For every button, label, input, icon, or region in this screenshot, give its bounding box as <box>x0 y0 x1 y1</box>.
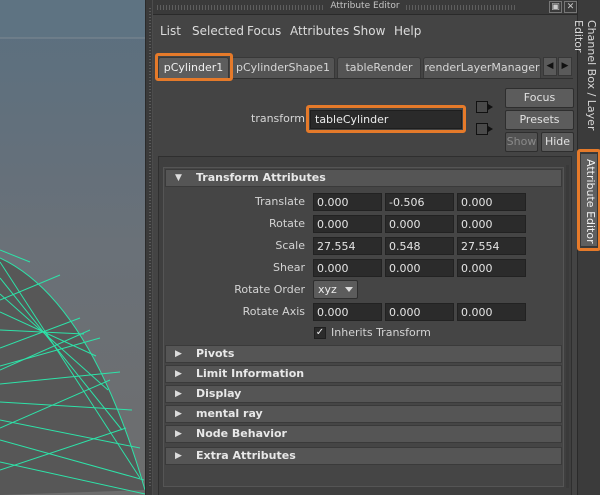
translate-label: Translate <box>255 195 305 208</box>
rotate-z-field[interactable]: 0.000 <box>457 215 526 233</box>
tab-tablerender[interactable]: tableRender <box>337 57 421 78</box>
inherits-transform-checkbox[interactable]: ✓ <box>314 327 326 339</box>
shear-x-field[interactable]: 0.000 <box>313 259 382 277</box>
rotate-y-field[interactable]: 0.000 <box>385 215 454 233</box>
rotate-label: Rotate <box>268 217 305 230</box>
tab-scroll-left-icon[interactable]: ◀ <box>543 57 557 76</box>
translate-x-field[interactable]: 0.000 <box>313 193 382 211</box>
menu-focus[interactable]: Focus <box>247 24 281 38</box>
focus-button[interactable]: Focus <box>505 88 574 108</box>
tab-attribute-editor[interactable]: Attribute Editor <box>580 153 598 247</box>
rotate-order-dropdown[interactable]: xyz <box>313 280 358 299</box>
menu-list[interactable]: List <box>160 24 181 38</box>
tab-scroll-right-icon[interactable]: ▶ <box>558 57 572 76</box>
scale-z-field[interactable]: 27.554 <box>457 237 526 255</box>
tab-pcylindershape1[interactable]: pCylinderShape1 <box>231 57 335 78</box>
attribute-editor-panel: Attribute Editor ▣ ✕ List Selected Focus… <box>153 0 577 495</box>
rotate-x-field[interactable]: 0.000 <box>313 215 382 233</box>
scale-label: Scale <box>275 239 305 252</box>
collapsed-arrow-icon: ▶ <box>175 409 182 419</box>
float-window-icon[interactable]: ▣ <box>549 1 562 13</box>
tab-channel-box-layer-editor[interactable]: Channel Box / Layer Editor <box>572 20 598 140</box>
show-button[interactable]: Show <box>505 132 538 152</box>
collapsed-arrow-icon: ▶ <box>175 389 182 399</box>
rotate-axis-label: Rotate Axis <box>242 305 305 318</box>
section-transform-attributes[interactable]: ▼ Transform Attributes <box>165 169 562 187</box>
dock-tab-strip: Channel Box / Layer Editor Attribute Edi… <box>572 0 600 495</box>
menu-attributes[interactable]: Attributes <box>290 24 349 38</box>
attribute-frame: ▼ Transform Attributes Translate 0.000 -… <box>163 167 564 487</box>
section-display[interactable]: ▶ Display <box>165 385 562 403</box>
rotate-axis-y-field[interactable]: 0.000 <box>385 303 454 321</box>
output-connections-icon[interactable] <box>476 123 493 135</box>
inherits-transform-label: Inherits Transform <box>331 326 431 339</box>
node-type-label: transform: <box>251 112 309 125</box>
section-extra-attributes[interactable]: ▶ Extra Attributes <box>165 447 562 465</box>
collapsed-arrow-icon: ▶ <box>175 451 182 461</box>
3d-viewport[interactable] <box>0 0 145 495</box>
collapsed-arrow-icon: ▶ <box>175 429 182 439</box>
shear-label: Shear <box>273 261 305 274</box>
menu-show[interactable]: Show <box>353 24 385 38</box>
scale-y-field[interactable]: 0.548 <box>385 237 454 255</box>
tab-pcylinder1[interactable]: pCylinder1 <box>158 57 229 78</box>
menu-selected[interactable]: Selected <box>192 24 244 38</box>
input-connections-icon[interactable] <box>476 101 493 113</box>
window-titlebar[interactable]: Attribute Editor ▣ ✕ <box>153 0 577 15</box>
attribute-scroll-area[interactable]: ▼ Transform Attributes Translate 0.000 -… <box>158 156 572 495</box>
panel-splitter[interactable] <box>145 0 153 495</box>
section-mental-ray[interactable]: ▶ mental ray <box>165 405 562 423</box>
section-node-behavior[interactable]: ▶ Node Behavior <box>165 425 562 443</box>
close-icon[interactable]: ✕ <box>564 1 577 13</box>
section-pivots[interactable]: ▶ Pivots <box>165 345 562 363</box>
section-limit-information[interactable]: ▶ Limit Information <box>165 365 562 383</box>
vertical-scrollbar[interactable] <box>566 165 569 488</box>
collapsed-arrow-icon: ▶ <box>175 349 182 359</box>
presets-button[interactable]: Presets <box>505 110 574 130</box>
rotate-axis-z-field[interactable]: 0.000 <box>457 303 526 321</box>
expanded-arrow-icon: ▼ <box>175 173 182 183</box>
chevron-down-icon <box>345 287 353 292</box>
window-title: Attribute Editor <box>324 1 406 11</box>
translate-z-field[interactable]: 0.000 <box>457 193 526 211</box>
translate-y-field[interactable]: -0.506 <box>385 193 454 211</box>
menu-help[interactable]: Help <box>394 24 421 38</box>
collapsed-arrow-icon: ▶ <box>175 369 182 379</box>
node-tabs: pCylinder1 pCylinderShape1 tableRender r… <box>157 57 573 79</box>
rotate-order-label: Rotate Order <box>234 283 305 296</box>
hide-button[interactable]: Hide <box>541 132 574 152</box>
cylinder-wireframe <box>0 0 145 495</box>
shear-y-field[interactable]: 0.000 <box>385 259 454 277</box>
menu-bar: List Selected Focus Attributes Show Help <box>153 22 577 40</box>
scale-x-field[interactable]: 27.554 <box>313 237 382 255</box>
shear-z-field[interactable]: 0.000 <box>457 259 526 277</box>
node-name-field[interactable]: tableCylinder <box>310 110 462 129</box>
rotate-axis-x-field[interactable]: 0.000 <box>313 303 382 321</box>
tab-renderlayermanager[interactable]: renderLayerManager <box>423 57 541 78</box>
